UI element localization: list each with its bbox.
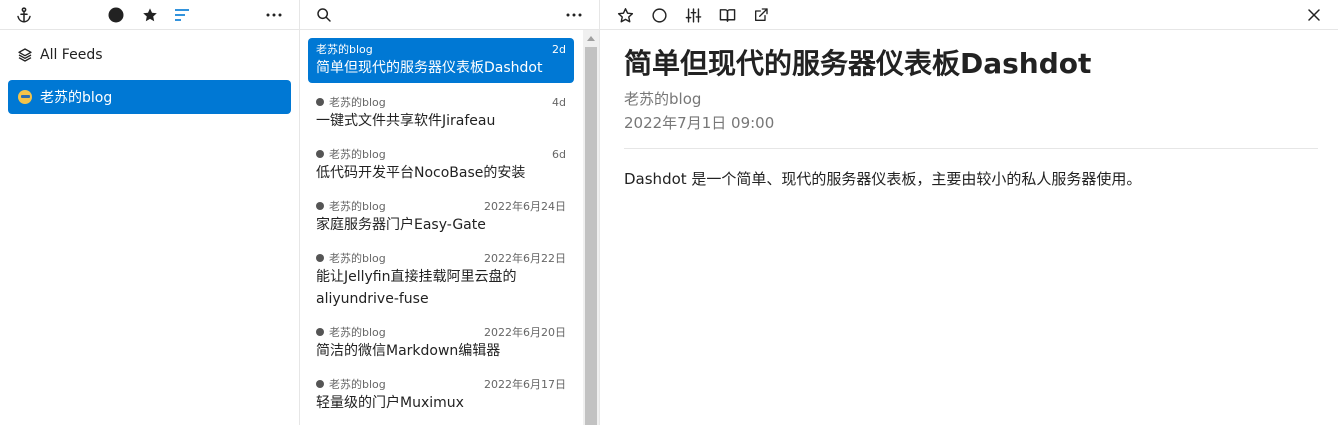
article-heading: 简单但现代的服务器仪表板Dashdot xyxy=(624,47,1092,80)
article-date: 2022年6月22日 xyxy=(484,252,566,265)
article-meta: 老苏的blog 4d xyxy=(316,94,566,110)
article-meta: 老苏的blog 6d xyxy=(316,146,566,162)
article-source: 老苏的blog xyxy=(329,378,386,391)
feed-list: All Feeds 老苏的blog xyxy=(0,30,299,114)
unread-dot-icon xyxy=(316,380,324,388)
book-icon[interactable] xyxy=(715,3,739,27)
article-date: 2022年6月24日 xyxy=(484,200,566,213)
nav-item-feed[interactable]: 老苏的blog xyxy=(8,80,291,114)
article-title: 简单但现代的服务器仪表板Dashdot xyxy=(316,60,543,76)
article-title: 低代码开发平台NocoBase的安装 xyxy=(316,165,526,181)
search-icon[interactable] xyxy=(312,3,336,27)
article-body: 简单但现代的服务器仪表板Dashdot 老苏的blog 2022年7月1日 09… xyxy=(624,30,1318,191)
article-title: 一键式文件共享软件Jirafeau xyxy=(316,113,496,129)
list-icon[interactable] xyxy=(170,3,194,27)
article-date: 2022年6月17日 xyxy=(484,378,566,391)
unread-dot-icon xyxy=(316,202,324,210)
list-item[interactable]: 老苏的blog 2022年6月22日 能让Jellyfin直接挂载阿里云盘的al… xyxy=(308,247,574,314)
circle-icon[interactable] xyxy=(104,3,128,27)
article-date: 6d xyxy=(552,147,566,161)
app-window: All Feeds 老苏的blog 老苏的blog 2d 简单但现代的服务器仪表… xyxy=(0,0,1338,425)
nav-item-label: 老苏的blog xyxy=(40,90,113,106)
article-source: 老苏的blog xyxy=(329,200,386,213)
article-list-pane: 老苏的blog 2d 简单但现代的服务器仪表板Dashdot 老苏的blog 4… xyxy=(300,0,600,425)
article-date: 2022年7月1日 09:00 xyxy=(624,114,775,132)
article-title: 轻量级的门户Muximux xyxy=(316,395,464,411)
article-list: 老苏的blog 2d 简单但现代的服务器仪表板Dashdot 老苏的blog 4… xyxy=(300,30,600,425)
article-date: 4d xyxy=(552,95,566,109)
nav-toolbar xyxy=(0,0,299,30)
article-content: Dashdot 是一个简单、现代的服务器仪表板，主要由较小的私人服务器使用。 xyxy=(624,170,1142,188)
close-icon[interactable] xyxy=(1302,3,1326,27)
nav-pane: All Feeds 老苏的blog xyxy=(0,0,300,425)
article-title: 家庭服务器门户Easy-Gate xyxy=(316,217,486,233)
scrollbar-thumb[interactable] xyxy=(585,47,597,425)
unread-dot-icon xyxy=(316,150,324,158)
list-toolbar xyxy=(300,0,599,30)
star-icon[interactable] xyxy=(138,3,162,27)
article-meta: 老苏的blog 2022年6月22日 xyxy=(316,250,566,266)
article-title: 简洁的微信Markdown编辑器 xyxy=(316,343,501,359)
article-toolbar xyxy=(600,0,1338,30)
nav-item-all-feeds[interactable]: All Feeds xyxy=(8,38,291,72)
more-icon[interactable] xyxy=(562,3,586,27)
article-date: 2d xyxy=(552,42,566,56)
article-source-link[interactable]: 老苏的blog xyxy=(624,88,1318,110)
sliders-icon[interactable] xyxy=(681,3,705,27)
scroll-up-arrow-icon[interactable] xyxy=(583,30,599,46)
list-item[interactable]: 老苏的blog 2022年6月17日 轻量级的门户Muximux xyxy=(308,373,574,418)
article-source: 老苏的blog xyxy=(329,96,386,109)
article-title: 能让Jellyfin直接挂载阿里云盘的aliyundrive-fuse xyxy=(316,269,517,307)
list-item[interactable]: 老苏的blog 4d 一键式文件共享软件Jirafeau xyxy=(308,91,574,136)
layers-icon xyxy=(16,46,34,64)
article-source: 老苏的blog xyxy=(329,326,386,339)
article-source: 老苏的blog xyxy=(329,148,386,161)
list-item[interactable]: 老苏的blog 6d 低代码开发平台NocoBase的安装 xyxy=(308,143,574,188)
nav-item-label: All Feeds xyxy=(40,47,103,63)
list-item[interactable]: 老苏的blog 2d 简单但现代的服务器仪表板Dashdot xyxy=(308,38,574,83)
list-item[interactable]: 老苏的blog 2022年6月20日 简洁的微信Markdown编辑器 xyxy=(308,321,574,366)
article-source: 老苏的blog xyxy=(329,252,386,265)
divider xyxy=(624,148,1318,149)
article-pane: 简单但现代的服务器仪表板Dashdot 老苏的blog 2022年7月1日 09… xyxy=(600,0,1338,425)
unread-dot-icon xyxy=(316,254,324,262)
list-scrollbar[interactable] xyxy=(583,30,599,425)
favicon-icon xyxy=(16,88,34,106)
article-meta: 老苏的blog 2022年6月24日 xyxy=(316,198,566,214)
article-date: 2022年6月20日 xyxy=(484,326,566,339)
unread-dot-icon xyxy=(316,98,324,106)
article-source: 老苏的blog xyxy=(316,43,373,56)
circle-outline-icon[interactable] xyxy=(647,3,671,27)
star-outline-icon[interactable] xyxy=(613,3,637,27)
article-meta: 老苏的blog 2022年6月17日 xyxy=(316,376,566,392)
unread-dot-icon xyxy=(316,328,324,336)
article-meta: 老苏的blog 2d xyxy=(316,41,566,57)
list-item[interactable]: 老苏的blog 2022年6月24日 家庭服务器门户Easy-Gate xyxy=(308,195,574,240)
article-meta: 老苏的blog 2022年6月20日 xyxy=(316,324,566,340)
anchor-icon[interactable] xyxy=(12,3,36,27)
more-icon[interactable] xyxy=(262,3,286,27)
open-external-icon[interactable] xyxy=(749,3,773,27)
